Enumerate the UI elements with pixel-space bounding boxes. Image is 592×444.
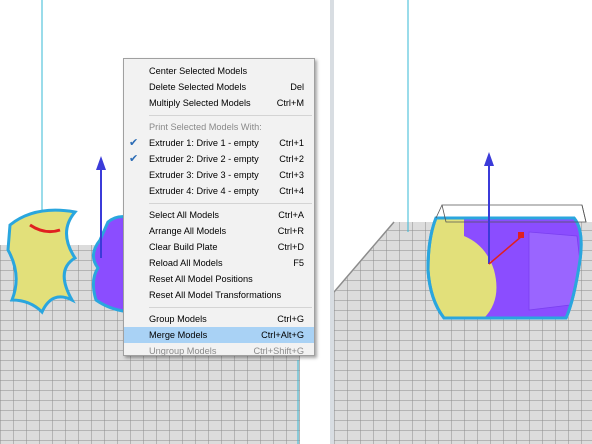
menu-item-extruder-4-drive-4-empty[interactable]: Extruder 4: Drive 4 - empty Ctrl+4 bbox=[124, 183, 314, 199]
menu-item-shortcut: Ctrl+Shift+G bbox=[253, 346, 304, 356]
menu-item-reload-all-models[interactable]: Reload All Models F5 bbox=[124, 255, 314, 271]
menu-item-label: Delete Selected Models bbox=[149, 82, 247, 92]
menu-item-label: Arrange All Models bbox=[149, 226, 227, 236]
menu-item-label: Group Models bbox=[149, 314, 207, 324]
menu-item-label: Print Selected Models With: bbox=[149, 122, 262, 132]
menu-item-shortcut: Ctrl+D bbox=[277, 242, 304, 252]
menu-item-merge-models[interactable]: Merge Models Ctrl+Alt+G bbox=[124, 327, 314, 343]
menu-item-shortcut: F5 bbox=[293, 258, 304, 268]
menu-item-reset-all-model-transformations[interactable]: Reset All Model Transformations bbox=[124, 287, 314, 303]
checkmark-icon: ✔ bbox=[129, 153, 139, 165]
menu-item-arrange-all-models[interactable]: Arrange All Models Ctrl+R bbox=[124, 223, 314, 239]
checkmark-icon: ✔ bbox=[129, 137, 139, 149]
menu-item-shortcut: Ctrl+R bbox=[277, 226, 304, 236]
menu-item-shortcut: Ctrl+2 bbox=[279, 154, 304, 164]
menu-item-shortcut: Ctrl+4 bbox=[279, 186, 304, 196]
right-3d-viewport[interactable] bbox=[334, 0, 592, 444]
menu-item-label: Reset All Model Positions bbox=[149, 274, 253, 284]
menu-item-select-all-models[interactable]: Select All Models Ctrl+A bbox=[124, 207, 314, 223]
menu-section-header: Print Selected Models With: bbox=[124, 119, 314, 135]
menu-item-label: Extruder 2: Drive 2 - empty bbox=[149, 154, 259, 164]
menu-item-label: Extruder 1: Drive 1 - empty bbox=[149, 138, 259, 148]
model-left-yellow[interactable] bbox=[6, 208, 78, 315]
menu-item-shortcut: Ctrl+1 bbox=[279, 138, 304, 148]
menu-item-label: Reset All Model Transformations bbox=[149, 290, 282, 300]
menu-item-label: Extruder 4: Drive 4 - empty bbox=[149, 186, 259, 196]
menu-separator bbox=[149, 306, 312, 308]
menu-item-extruder-2-drive-2-empty[interactable]: ✔ Extruder 2: Drive 2 - empty Ctrl+2 bbox=[124, 151, 314, 167]
menu-separator bbox=[149, 202, 312, 204]
menu-item-label: Center Selected Models bbox=[149, 66, 248, 76]
menu-item-center-selected-models[interactable]: Center Selected Models bbox=[124, 63, 314, 79]
menu-item-reset-all-model-positions[interactable]: Reset All Model Positions bbox=[124, 271, 314, 287]
context-menu[interactable]: Center Selected Models Delete Selected Mo… bbox=[123, 58, 315, 356]
menu-item-label: Extruder 3: Drive 3 - empty bbox=[149, 170, 259, 180]
menu-item-extruder-1-drive-1-empty[interactable]: ✔ Extruder 1: Drive 1 - empty Ctrl+1 bbox=[124, 135, 314, 151]
menu-item-extruder-3-drive-3-empty[interactable]: Extruder 3: Drive 3 - empty Ctrl+3 bbox=[124, 167, 314, 183]
right-scene[interactable] bbox=[334, 0, 592, 444]
menu-item-shortcut: Ctrl+Alt+G bbox=[261, 330, 304, 340]
menu-item-delete-selected-models[interactable]: Delete Selected Models Del bbox=[124, 79, 314, 95]
merged-model[interactable] bbox=[426, 216, 583, 320]
menu-item-label: Reload All Models bbox=[149, 258, 223, 268]
menu-item-label: Merge Models bbox=[149, 330, 208, 340]
menu-item-ungroup-models: Ungroup Models Ctrl+Shift+G bbox=[124, 343, 314, 359]
menu-separator bbox=[149, 114, 312, 116]
menu-item-group-models[interactable]: Group Models Ctrl+G bbox=[124, 311, 314, 327]
menu-item-label: Clear Build Plate bbox=[149, 242, 218, 252]
menu-item-multiply-selected-models[interactable]: Multiply Selected Models Ctrl+M bbox=[124, 95, 314, 111]
menu-item-shortcut: Ctrl+A bbox=[278, 210, 304, 220]
menu-item-label: Ungroup Models bbox=[149, 346, 217, 356]
menu-item-shortcut: Ctrl+3 bbox=[279, 170, 304, 180]
menu-item-shortcut: Ctrl+G bbox=[277, 314, 304, 324]
menu-item-shortcut: Ctrl+M bbox=[276, 98, 304, 108]
menu-item-label: Select All Models bbox=[149, 210, 219, 220]
menu-item-label: Multiply Selected Models bbox=[149, 98, 251, 108]
menu-item-shortcut: Del bbox=[290, 82, 304, 92]
menu-item-clear-build-plate[interactable]: Clear Build Plate Ctrl+D bbox=[124, 239, 314, 255]
